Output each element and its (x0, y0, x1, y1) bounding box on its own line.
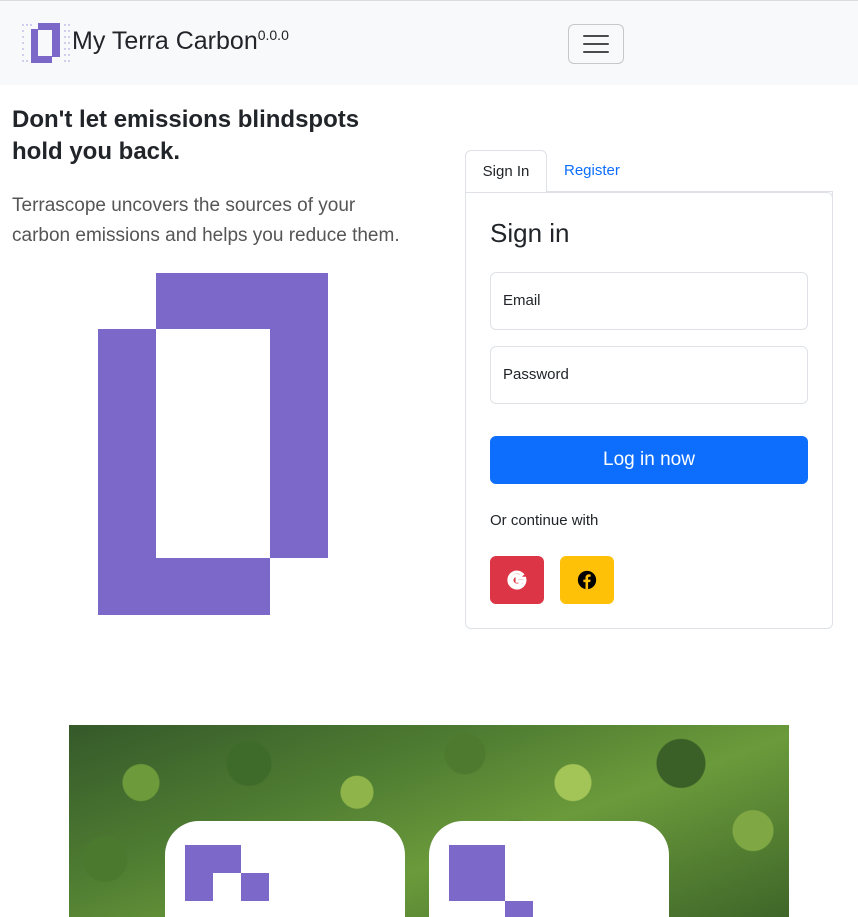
hero-lead: Terrascope uncovers the sources of your … (12, 195, 400, 246)
app-version: 0.0.0 (257, 27, 289, 43)
brand-name: My Terra Carbon (72, 27, 258, 55)
navbar-toggler-button[interactable] (568, 24, 624, 64)
feature-card-logo-icon (185, 845, 269, 901)
hero-illustration (6, 273, 434, 615)
sign-in-card: Sign in Email Password Log in now Or con… (465, 192, 833, 629)
google-icon (507, 570, 527, 590)
hamburger-menu-icon (583, 35, 609, 37)
google-login-button[interactable] (490, 556, 544, 604)
email-field[interactable]: Email (490, 272, 808, 330)
continue-with-label: Or continue with (490, 512, 599, 529)
hero-headline: Don't let emissions blindspots hold you … (12, 106, 360, 165)
feature-card (429, 821, 669, 917)
email-label: Email (503, 292, 541, 309)
brand[interactable]: My Terra Carbon 0.0.0 (20, 21, 289, 65)
password-label: Password (503, 366, 569, 383)
sign-in-title: Sign in (490, 218, 570, 248)
brand-logo-icon (22, 23, 70, 63)
feature-card-logo-icon (449, 845, 533, 917)
tab-sign-in[interactable]: Sign In (465, 150, 547, 193)
password-field[interactable]: Password (490, 346, 808, 404)
facebook-icon (577, 570, 597, 590)
login-button[interactable]: Log in now (490, 436, 808, 484)
facebook-login-button[interactable] (560, 556, 614, 604)
navbar: My Terra Carbon 0.0.0 (0, 0, 858, 85)
forest-banner-image (69, 725, 789, 917)
tab-register[interactable]: Register (548, 150, 636, 192)
feature-card (165, 821, 405, 917)
auth-tabs: Sign In Register (465, 150, 833, 193)
